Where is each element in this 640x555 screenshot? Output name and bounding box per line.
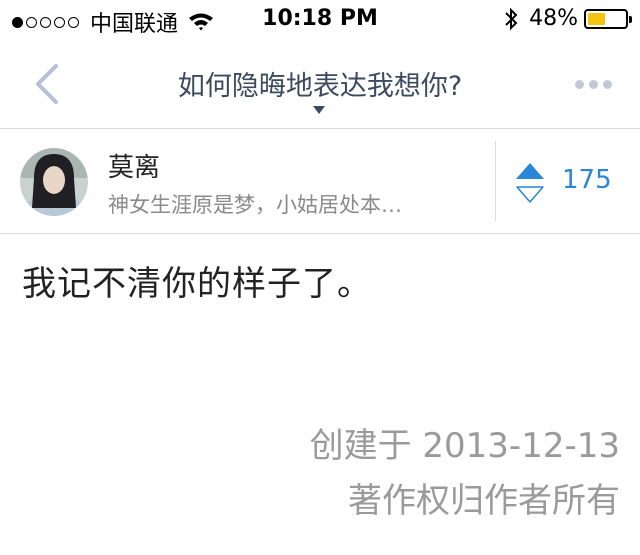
battery-icon: [584, 8, 632, 29]
vote-count: 175: [562, 165, 612, 195]
author-bio: 神女生涯原是梦，小姑居处本…: [108, 193, 402, 217]
nav-bar: 如何隐晦地表达我想你?: [0, 40, 640, 129]
battery-percent: 48%: [529, 6, 578, 31]
dropdown-caret-icon[interactable]: [313, 106, 325, 114]
author-row[interactable]: 莫离 神女生涯原是梦，小姑居处本… 175: [0, 129, 640, 234]
more-dots-icon[interactable]: [570, 80, 612, 89]
answer-text: 我记不清你的样子了。: [22, 264, 372, 304]
battery-fill: [588, 12, 606, 25]
copyright-notice: 著作权归作者所有: [348, 481, 620, 521]
avatar[interactable]: [20, 148, 88, 216]
page-title[interactable]: 如何隐晦地表达我想你?: [0, 64, 640, 103]
divider: [495, 141, 496, 221]
status-bar: 中国联通 10:18 PM 48%: [0, 0, 640, 40]
bluetooth-icon: [505, 7, 518, 30]
status-right: 48%: [503, 6, 632, 31]
created-date: 创建于 2013-12-13: [309, 426, 620, 466]
author-name[interactable]: 莫离: [108, 147, 160, 184]
vote-arrows-icon[interactable]: [512, 161, 548, 205]
